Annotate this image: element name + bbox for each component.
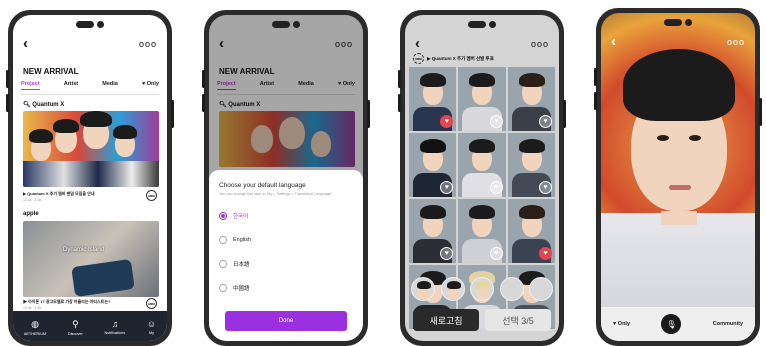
search-icon: 🔍︎: [23, 102, 31, 108]
candidate-card[interactable]: ♥: [458, 133, 506, 197]
page-title: NEW ARRIVAL: [23, 67, 79, 76]
language-option-chinese[interactable]: 中國語: [219, 276, 353, 300]
mini-badge: MINI: [146, 190, 157, 201]
sheet-title: Choose your default language: [219, 182, 306, 189]
phone-mockup-home: ‹ ooo NEW ARRIVAL Project Artist Media ♥…: [6, 10, 174, 346]
bell-icon: ♫: [111, 319, 119, 329]
heart-icon[interactable]: ♥: [489, 181, 503, 194]
candidate-card[interactable]: ♥: [409, 133, 457, 197]
vote-screen: ‹ ooo MINI ▶ Quantum X 추가 멤버 선발 투표 ♥ ♥ ♥ ♥ ♥…: [405, 15, 559, 341]
tab-only[interactable]: ♥ Only: [142, 81, 159, 90]
only-button[interactable]: ♥ Only: [613, 321, 630, 327]
tab-project[interactable]: Project: [21, 81, 40, 90]
nav-notifications[interactable]: ♫ Notifications: [104, 319, 125, 335]
language-bottom-sheet: Choose your default language You can cha…: [209, 170, 363, 341]
section-header-apple: apple: [23, 211, 39, 217]
news-meta: 12.4k · 1.2k: [23, 198, 42, 202]
radio-selected-icon[interactable]: [219, 212, 227, 220]
quantum-x-group-photo[interactable]: [23, 111, 159, 187]
heart-icon[interactable]: ♥: [489, 115, 503, 128]
mini-badge: MINI: [413, 53, 424, 64]
profile-bottom-bar: ♥ Only 🎙︎ Community: [601, 307, 755, 341]
radio-icon[interactable]: [219, 236, 227, 244]
globe-icon: ◍: [31, 318, 39, 329]
person-icon: ☺: [146, 319, 157, 329]
language-option-japanese[interactable]: 日本語: [219, 252, 353, 276]
more-options-icon[interactable]: ooo: [531, 39, 549, 49]
candidate-card[interactable]: ♥: [409, 67, 457, 131]
tab-artist[interactable]: Artist: [64, 81, 78, 90]
news-meta-2: 12.4k · 1.2k: [23, 306, 42, 310]
done-button[interactable]: Done: [225, 311, 347, 331]
more-options-icon[interactable]: ooo: [139, 39, 157, 49]
refresh-button[interactable]: 새로고침: [413, 309, 479, 331]
news-caption-2[interactable]: ▶ 아이폰 17 광고모델로 가장 어울리는 아티스트는?: [23, 299, 143, 305]
heart-icon[interactable]: ♥: [538, 181, 552, 194]
sheet-description: You can change this later in 'My > Setti…: [219, 192, 334, 196]
empty-thumb-slot: [499, 277, 524, 301]
language-screen: ‹ ooo NEW ARRIVAL Project Artist Media ♥…: [209, 15, 363, 341]
vote-header: ▶ Quantum X 추가 멤버 선발 투표: [427, 55, 494, 61]
candidate-card[interactable]: ♥: [507, 199, 555, 263]
phone-mockup-vote: ‹ ooo MINI ▶ Quantum X 추가 멤버 선발 투표 ♥ ♥ ♥ ♥ ♥…: [398, 10, 566, 346]
candidate-card[interactable]: ♥: [409, 199, 457, 263]
camera-notch: [76, 21, 104, 28]
search-icon: ⚲: [72, 318, 79, 329]
select-count-button[interactable]: 선택 3/5: [485, 309, 551, 331]
phone-mockup-profile: ‹ ooo ♥ Only 🎙︎ Community: [594, 8, 762, 346]
bottom-nav: ◍ AETHERIUM ⚲ Discover ♫ Notifications ☺…: [13, 311, 167, 341]
back-arrow-icon[interactable]: ‹: [611, 34, 616, 49]
heart-icon[interactable]: ♥: [538, 247, 552, 260]
back-arrow-icon[interactable]: ‹: [415, 36, 420, 51]
home-screen: ‹ ooo NEW ARRIVAL Project Artist Media ♥…: [13, 15, 167, 341]
nav-my[interactable]: ☺ My: [147, 319, 156, 335]
nav-home[interactable]: ◍ AETHERIUM: [24, 319, 46, 336]
more-options-icon[interactable]: ooo: [727, 37, 745, 47]
tab-media[interactable]: Media: [102, 81, 118, 90]
mini-badge-2: MINI: [146, 298, 157, 309]
candidate-card[interactable]: ♥: [458, 67, 506, 131]
selected-thumb[interactable]: [440, 277, 465, 301]
nav-discover[interactable]: ⚲ Discover: [68, 319, 83, 336]
language-option-korean[interactable]: 한국어: [219, 204, 353, 228]
heart-icon[interactable]: ♥: [489, 247, 503, 260]
radio-icon[interactable]: [219, 284, 227, 292]
candidate-card[interactable]: ♥: [507, 67, 555, 131]
community-button[interactable]: Community: [713, 321, 743, 327]
phone-mockup-language: ‹ ooo NEW ARRIVAL Project Artist Media ♥…: [202, 10, 370, 346]
dynamic-island-text: Dynamic Island: [63, 247, 105, 253]
selected-thumb[interactable]: [411, 277, 435, 301]
microphone-icon[interactable]: 🎙︎: [661, 314, 682, 334]
tab-bar: Project Artist Media ♥ Only: [21, 81, 159, 95]
back-arrow-icon[interactable]: ‹: [23, 36, 28, 51]
selected-thumb[interactable]: [470, 277, 494, 301]
news-caption[interactable]: ▶ Quantum X 추가 멤버 팬덤 모집을 안내: [23, 191, 143, 197]
candidate-card[interactable]: ♥: [458, 199, 506, 263]
selected-thumbnails: [411, 277, 553, 301]
apple-ad-photo[interactable]: Dynamic Island: [23, 221, 159, 297]
radio-icon[interactable]: [219, 260, 227, 268]
section-header-quantum-x: 🔍︎ Quantum X: [23, 102, 65, 108]
candidate-card[interactable]: ♥: [507, 133, 555, 197]
heart-icon[interactable]: ♥: [538, 115, 552, 128]
profile-screen: ‹ ooo ♥ Only 🎙︎ Community: [601, 13, 755, 341]
language-option-english[interactable]: English: [219, 228, 353, 252]
empty-thumb-slot: [529, 277, 553, 301]
